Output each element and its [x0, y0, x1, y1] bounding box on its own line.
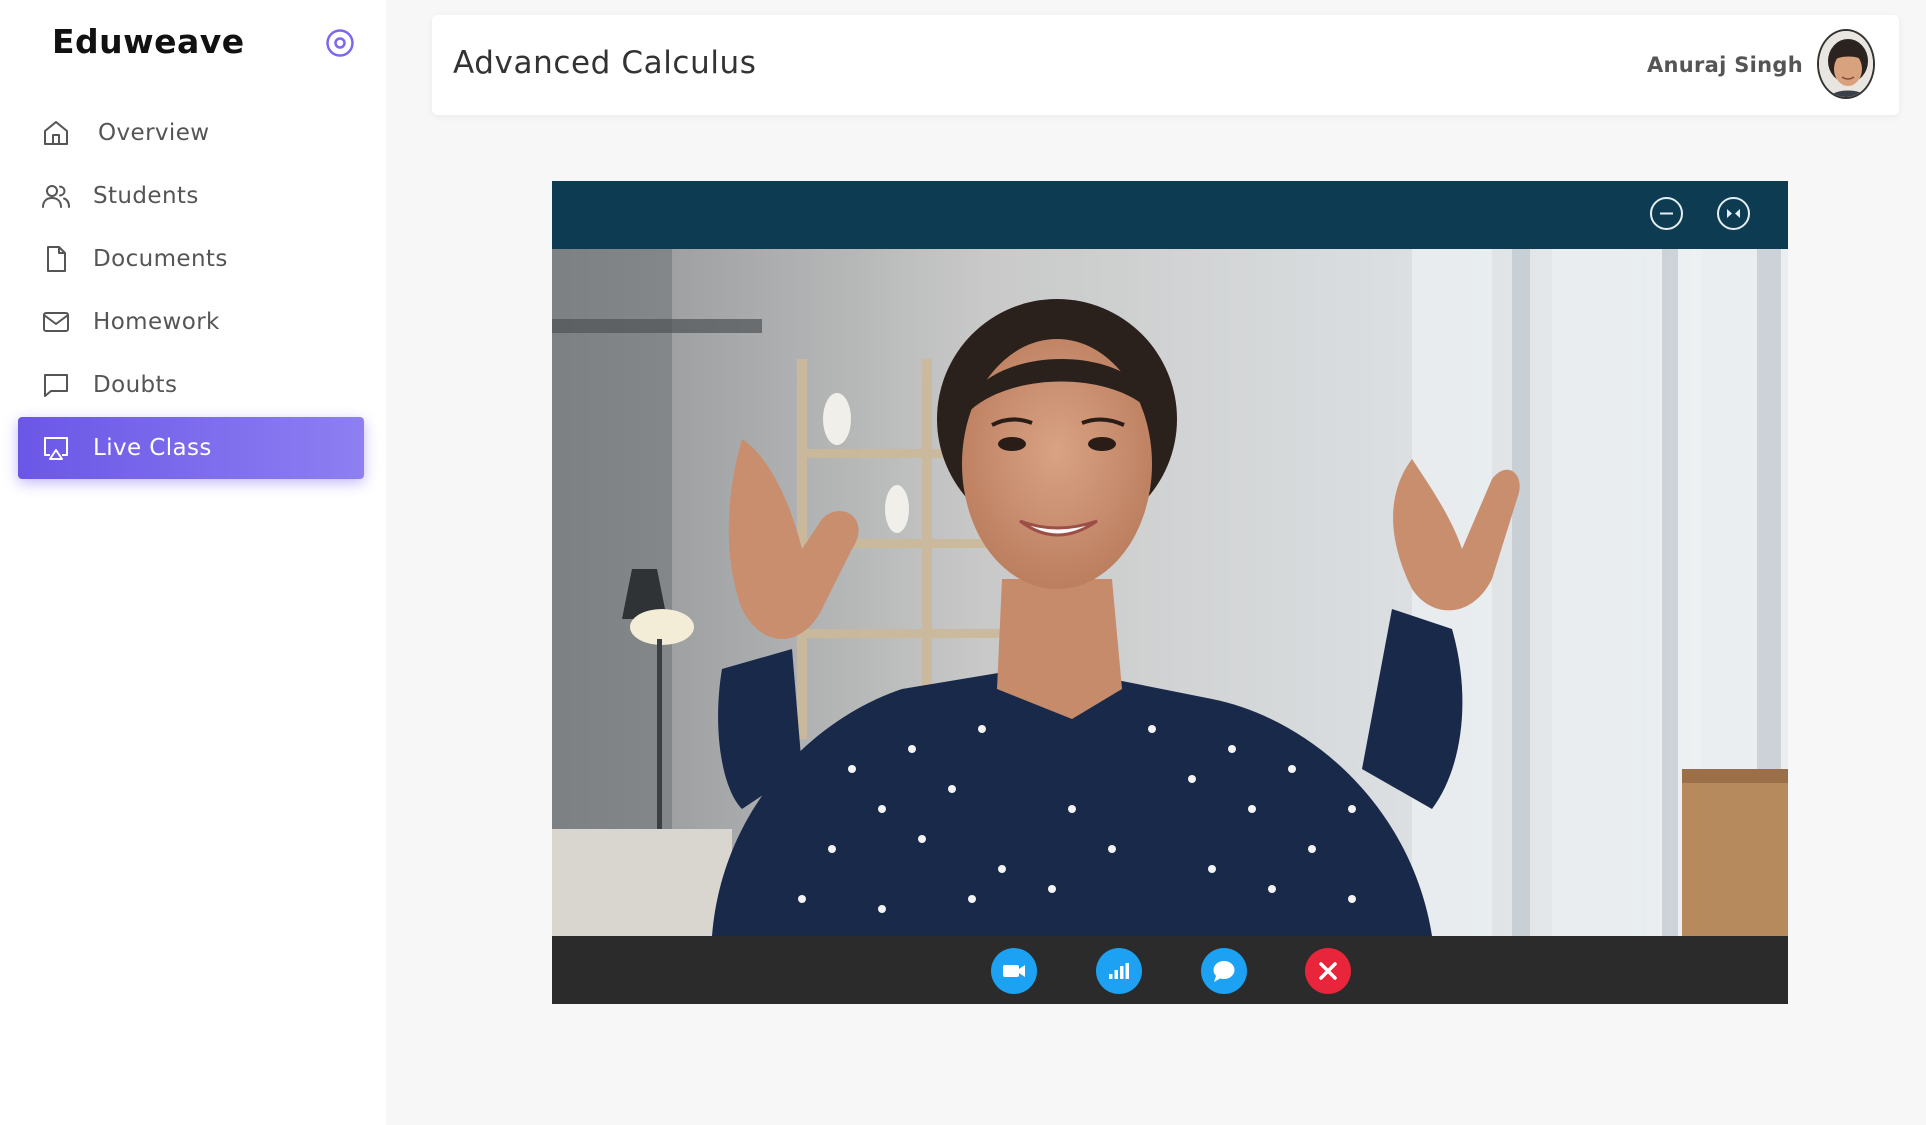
video-title-bar [552, 181, 1788, 249]
sidebar-item-label: Homework [93, 309, 220, 335]
sidebar: Eduweave Overview Students Documents Hom… [0, 0, 386, 1125]
video-camera-icon [1003, 965, 1025, 977]
page-title: Advanced Calculus [453, 45, 757, 81]
avatar[interactable] [1817, 29, 1875, 99]
chat-bubble-icon [44, 374, 68, 397]
end-call-icon [1319, 962, 1337, 980]
toggle-camera-button[interactable] [991, 948, 1037, 994]
minimize-icon [1660, 212, 1673, 215]
sidebar-item-label: Students [93, 183, 199, 209]
video-feed[interactable] [552, 249, 1788, 936]
live-class-video-panel [552, 181, 1788, 1004]
page-header: Advanced Calculus Anuraj Singh [432, 15, 1899, 115]
sidebar-item-homework[interactable]: Homework [18, 291, 364, 353]
signal-bars-icon [1109, 963, 1129, 979]
end-call-button[interactable] [1305, 948, 1351, 994]
collapse-icon [1727, 209, 1740, 218]
sidebar-item-documents[interactable]: Documents [18, 228, 364, 290]
sidebar-item-label: Live Class [93, 435, 212, 461]
video-stream-image [552, 249, 1788, 936]
sidebar-item-live-class[interactable]: Live Class [18, 417, 364, 479]
call-controls-bar [552, 936, 1788, 1004]
sidebar-item-overview[interactable]: Overview [18, 102, 364, 164]
sidebar-nav: Overview Students Documents Homework Dou… [18, 102, 364, 480]
minimize-button[interactable] [1650, 197, 1683, 230]
sidebar-item-label: Doubts [93, 372, 178, 398]
brand-logo[interactable]: Eduweave [52, 22, 245, 61]
file-icon [47, 246, 66, 272]
sidebar-item-doubts[interactable]: Doubts [18, 354, 364, 416]
mail-icon [43, 312, 69, 332]
chat-button[interactable] [1201, 948, 1247, 994]
screen-cast-icon [44, 437, 68, 460]
avatar-image [1819, 31, 1873, 97]
home-icon [44, 121, 68, 145]
sidebar-item-students[interactable]: Students [18, 165, 364, 227]
sidebar-item-label: Documents [93, 246, 228, 272]
stats-button[interactable] [1096, 948, 1142, 994]
users-icon [42, 185, 70, 208]
collapse-button[interactable] [1717, 197, 1750, 230]
chat-icon [1213, 961, 1235, 982]
sidebar-item-label: Overview [98, 120, 210, 146]
user-name[interactable]: Anuraj Singh [1647, 53, 1803, 77]
sidebar-toggle-icon[interactable] [325, 28, 355, 58]
